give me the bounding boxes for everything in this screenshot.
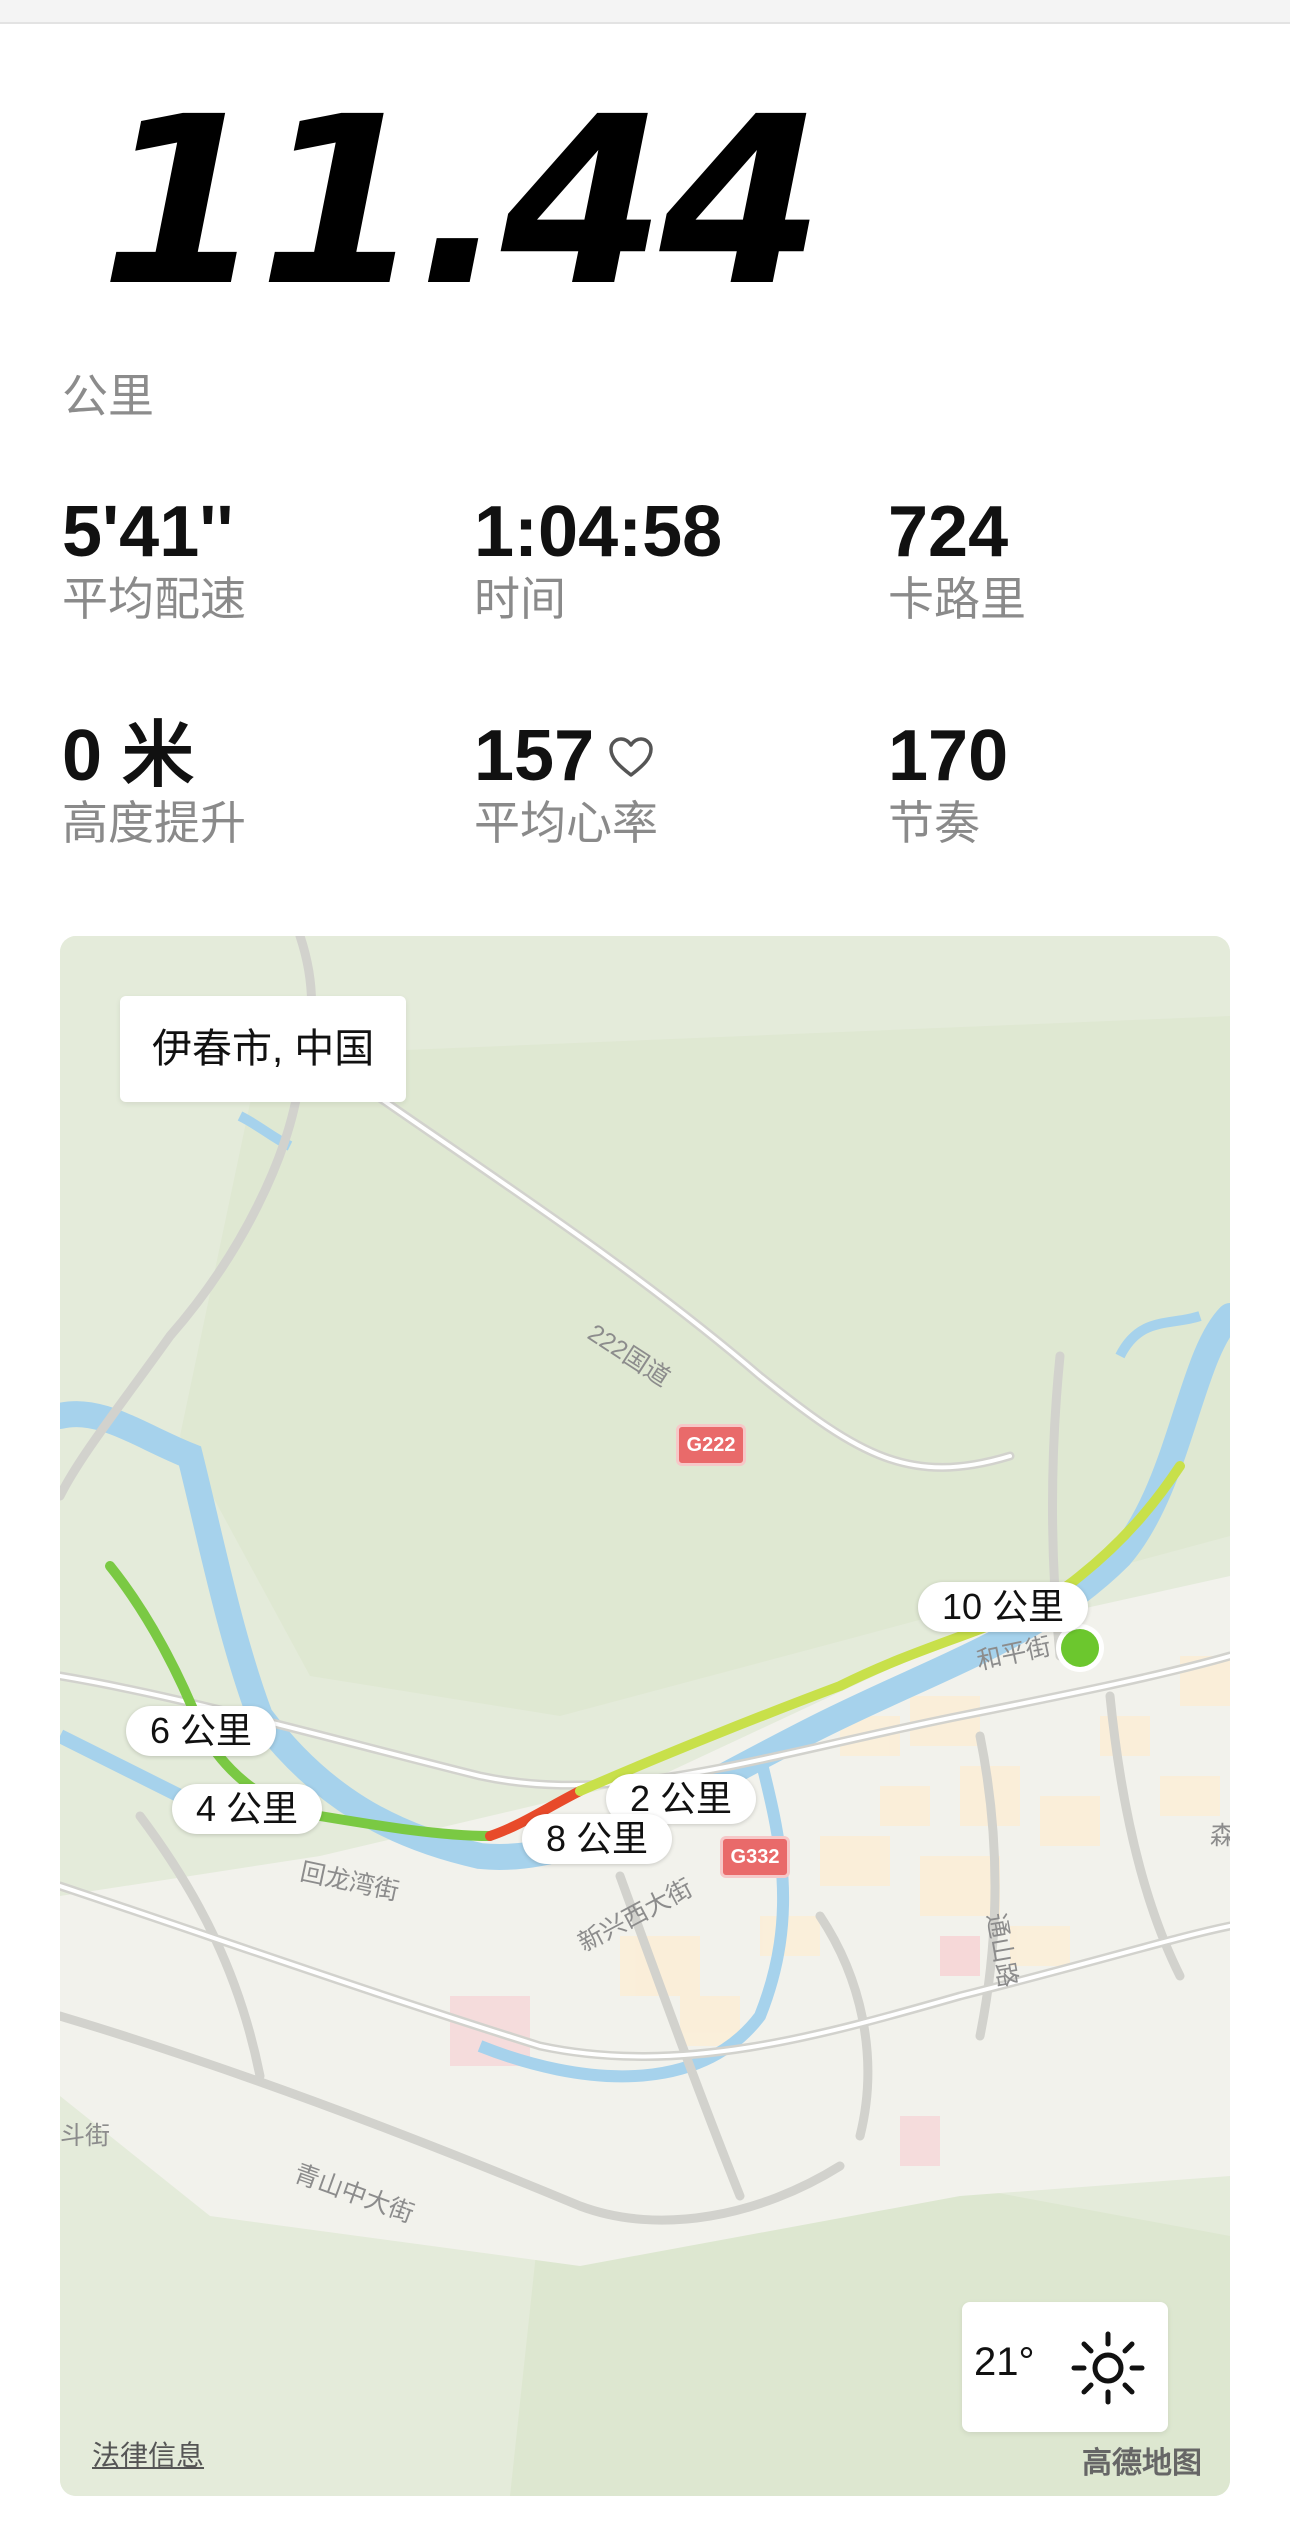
stat-label: 时间 xyxy=(474,573,566,625)
stat-value: 0 米 xyxy=(62,716,195,796)
highway-shield: G332 xyxy=(720,1836,790,1878)
total-distance: 11.44 xyxy=(100,67,824,337)
stat-label: 平均配速 xyxy=(62,573,246,625)
stat-duration: 1:04:58 时间 xyxy=(474,492,722,626)
stat-value: 170 xyxy=(888,716,1009,796)
km-marker: 6 公里 xyxy=(126,1706,277,1756)
km-marker: 10 公里 xyxy=(918,1582,1089,1632)
stat-cadence: 170 节奏 xyxy=(888,716,1008,850)
stat-label: 卡路里 xyxy=(888,573,1026,625)
location-label: 伊春市, 中国 xyxy=(120,996,407,1102)
stat-value: 157 xyxy=(474,716,595,796)
distance-unit: 公里 xyxy=(62,370,154,422)
route-map[interactable]: 伊春市, 中国 10 公里 6 公里 4 公里 2 公里 8 公里 222国道 … xyxy=(60,936,1230,2496)
temperature: 21° xyxy=(974,2340,1035,2384)
weather-widget: 21° xyxy=(962,2302,1168,2432)
stat-value: 724 xyxy=(888,492,1009,572)
heart-icon xyxy=(608,714,654,794)
highway-shield: G222 xyxy=(676,1424,746,1466)
stat-value: 1:04:58 xyxy=(474,492,723,572)
road-label: 斗街 xyxy=(60,2122,111,2150)
map-provider-logo: 高德地图 xyxy=(1082,2447,1202,2480)
stat-avg-heart-rate: 157 平均心率 xyxy=(474,716,658,850)
stat-elevation-gain: 0 米 高度提升 xyxy=(62,716,246,850)
stat-value: 5'41'' xyxy=(62,492,234,572)
stat-label: 平均心率 xyxy=(474,797,658,849)
top-bar xyxy=(0,0,1290,24)
stat-calories: 724 卡路里 xyxy=(888,492,1026,626)
stat-label: 高度提升 xyxy=(62,797,246,849)
stat-label: 节奏 xyxy=(888,797,980,849)
km-marker: 8 公里 xyxy=(522,1814,673,1864)
stat-avg-pace: 5'41'' 平均配速 xyxy=(62,492,246,626)
road-label: 森 xyxy=(1210,1822,1230,1850)
legal-info-link[interactable]: 法律信息 xyxy=(92,2434,204,2474)
km-marker: 4 公里 xyxy=(172,1784,323,1834)
